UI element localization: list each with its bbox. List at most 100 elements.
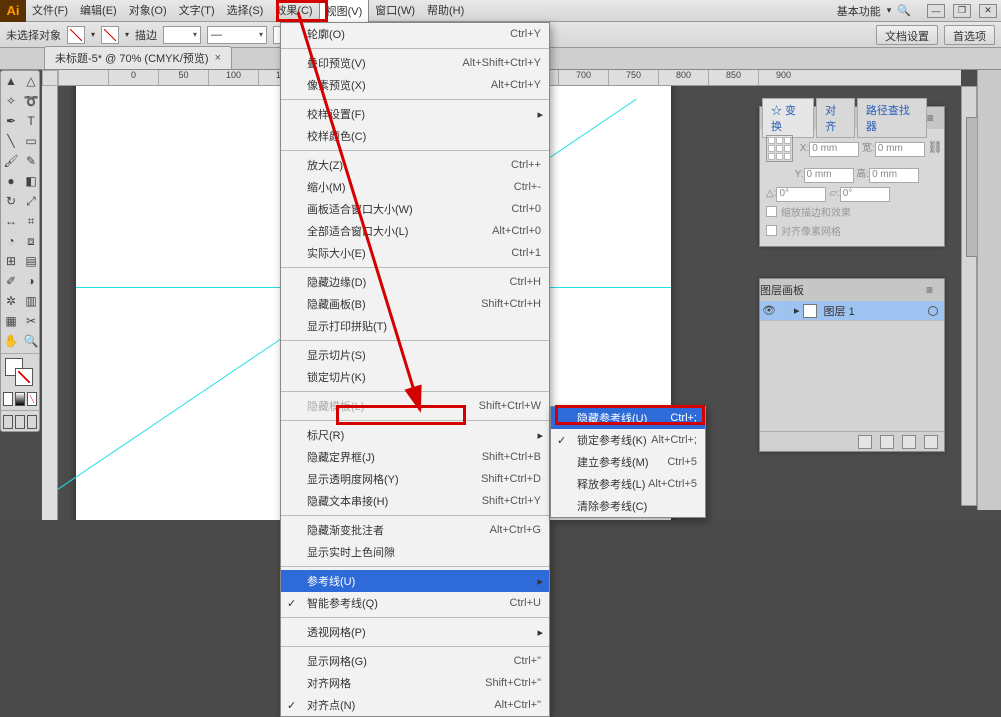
scale-tool[interactable]: ⤢ <box>21 191 41 211</box>
zoom-tool[interactable]: 🔍 <box>21 331 41 351</box>
submenu-item[interactable]: 建立参考线(M)Ctrl+5 <box>551 451 705 473</box>
menu-item[interactable]: 标尺(R)▸ <box>281 424 549 446</box>
perspective-tool[interactable]: ⧈ <box>21 231 41 251</box>
menu-0[interactable]: 文件(F) <box>26 0 74 22</box>
stroke-color-icon[interactable] <box>15 368 33 386</box>
eyedropper-tool[interactable]: ✐ <box>1 271 21 291</box>
menu-item[interactable]: 锁定切片(K) <box>281 366 549 388</box>
menu-item[interactable]: 参考线(U)▸ <box>281 570 549 592</box>
tab-transform[interactable]: ☆ 变换 <box>762 98 814 138</box>
scale-strokes-checkbox[interactable] <box>766 206 777 217</box>
window-minimize-button[interactable]: — <box>927 4 945 18</box>
menu-item[interactable]: 实际大小(E)Ctrl+1 <box>281 242 549 264</box>
menu-item[interactable]: 显示打印拼贴(T) <box>281 315 549 337</box>
rectangle-tool[interactable]: ▭ <box>21 131 41 151</box>
hand-tool[interactable]: ✋ <box>1 331 21 351</box>
selection-tool[interactable]: ▲ <box>1 71 21 91</box>
menu-item[interactable]: ✓对齐点(N)Alt+Ctrl+" <box>281 694 549 716</box>
menu-item[interactable]: 轮廓(O)Ctrl+Y <box>281 23 549 45</box>
color-mode-icon[interactable] <box>3 392 13 406</box>
link-wh-icon[interactable]: ⛓ <box>928 140 938 154</box>
new-sublayer-icon[interactable] <box>880 435 894 449</box>
tab-artboards[interactable]: 画板 <box>782 282 804 298</box>
menu-item[interactable]: 放大(Z)Ctrl++ <box>281 154 549 176</box>
menu-item[interactable]: 画板适合窗口大小(W)Ctrl+0 <box>281 198 549 220</box>
menu-6[interactable]: 视图(V) <box>319 0 370 22</box>
free-transform-tool[interactable]: ⌗ <box>21 211 41 231</box>
menu-4[interactable]: 选择(S) <box>221 0 270 22</box>
stroke-weight-input[interactable]: ▾ <box>163 26 201 44</box>
new-layer-icon[interactable] <box>902 435 916 449</box>
screen-mode-full-icon[interactable] <box>15 415 25 429</box>
x-field[interactable]: 0 mm <box>809 142 859 157</box>
menu-5[interactable]: 效果(C) <box>269 0 318 22</box>
screen-mode-present-icon[interactable] <box>27 415 37 429</box>
tab-layers[interactable]: 图层 <box>760 282 782 298</box>
menu-item[interactable]: 隐藏边缘(D)Ctrl+H <box>281 271 549 293</box>
submenu-item[interactable]: 清除参考线(C) <box>551 495 705 517</box>
pencil-tool[interactable]: ✎ <box>21 151 41 171</box>
menu-item[interactable]: 叠印预览(V)Alt+Shift+Ctrl+Y <box>281 52 549 74</box>
magic-wand-tool[interactable]: ✧ <box>1 91 21 111</box>
width-tool[interactable]: ↔ <box>1 211 21 231</box>
submenu-item[interactable]: ✓锁定参考线(K)Alt+Ctrl+; <box>551 429 705 451</box>
target-icon[interactable] <box>928 306 938 316</box>
reference-point-icon[interactable] <box>766 135 793 162</box>
blob-brush-tool[interactable]: ● <box>1 171 21 191</box>
symbol-sprayer-tool[interactable]: ✲ <box>1 291 21 311</box>
menu-item[interactable]: 缩小(M)Ctrl+- <box>281 176 549 198</box>
window-maximize-button[interactable]: ❐ <box>953 4 971 18</box>
lasso-tool[interactable]: ➰ <box>21 91 41 111</box>
close-tab-icon[interactable]: × <box>215 52 221 64</box>
delete-layer-icon[interactable] <box>924 435 938 449</box>
menu-item[interactable]: 透视网格(P)▸ <box>281 621 549 643</box>
menu-item[interactable]: 显示透明度网格(Y)Shift+Ctrl+D <box>281 468 549 490</box>
menu-2[interactable]: 对象(O) <box>123 0 173 22</box>
window-close-button[interactable]: ✕ <box>979 4 997 18</box>
chevron-down-icon[interactable]: ▾ <box>125 30 129 39</box>
panel-menu-icon[interactable]: ≡ <box>927 111 940 125</box>
slice-tool[interactable]: ✂ <box>21 311 41 331</box>
menu-8[interactable]: 帮助(H) <box>421 0 470 22</box>
align-pixel-grid-checkbox[interactable] <box>766 225 777 236</box>
h-field[interactable]: 0 mm <box>869 168 919 183</box>
line-tool[interactable]: ╲ <box>1 131 21 151</box>
menu-item[interactable]: 校样设置(F)▸ <box>281 103 549 125</box>
locate-layer-icon[interactable] <box>858 435 872 449</box>
tab-align[interactable]: 对齐 <box>816 98 855 138</box>
blend-tool[interactable]: ◑ <box>21 271 41 291</box>
artboard-tool[interactable]: ▦ <box>1 311 21 331</box>
layer-name[interactable]: 图层 1 <box>820 303 928 319</box>
menu-item[interactable]: ✓智能参考线(Q)Ctrl+U <box>281 592 549 614</box>
chevron-down-icon[interactable]: ▾ <box>91 30 95 39</box>
gradient-tool[interactable]: ▤ <box>21 251 41 271</box>
preferences-button[interactable]: 首选项 <box>944 25 995 45</box>
menu-1[interactable]: 编辑(E) <box>74 0 123 22</box>
none-mode-icon[interactable] <box>27 392 37 406</box>
shear-field[interactable]: 0° <box>840 187 890 202</box>
screen-mode-normal-icon[interactable] <box>3 415 13 429</box>
fill-swatch[interactable] <box>67 26 85 44</box>
search-icon[interactable]: 🔍 <box>897 4 911 17</box>
gradient-mode-icon[interactable] <box>15 392 25 406</box>
menu-item[interactable]: 显示实时上色间隙 <box>281 541 549 563</box>
menu-item[interactable]: 隐藏定界框(J)Shift+Ctrl+B <box>281 446 549 468</box>
right-dock[interactable] <box>977 70 1001 510</box>
w-field[interactable]: 0 mm <box>875 142 925 157</box>
pen-tool[interactable]: ✒ <box>1 111 21 131</box>
menu-item[interactable]: 像素预览(X)Alt+Ctrl+Y <box>281 74 549 96</box>
ruler-origin[interactable] <box>42 70 58 86</box>
rotate-field[interactable]: 0° <box>776 187 826 202</box>
tab-pathfinder[interactable]: 路径查找器 <box>857 98 927 138</box>
stroke-swatch[interactable] <box>101 26 119 44</box>
panel-menu-icon[interactable]: ≡ <box>926 283 940 297</box>
brush-combo[interactable]: —▾ <box>207 26 267 44</box>
menu-item[interactable]: 隐藏文本串接(H)Shift+Ctrl+Y <box>281 490 549 512</box>
mesh-tool[interactable]: ⊞ <box>1 251 21 271</box>
submenu-item[interactable]: 隐藏参考线(U)Ctrl+; <box>551 407 705 429</box>
direct-selection-tool[interactable]: △ <box>21 71 41 91</box>
brush-tool[interactable]: 🖌 <box>1 151 21 171</box>
menu-item[interactable]: 显示网格(G)Ctrl+" <box>281 650 549 672</box>
layer-row[interactable]: 👁 ▸ 图层 1 <box>760 301 944 321</box>
type-tool[interactable]: T <box>21 111 41 131</box>
